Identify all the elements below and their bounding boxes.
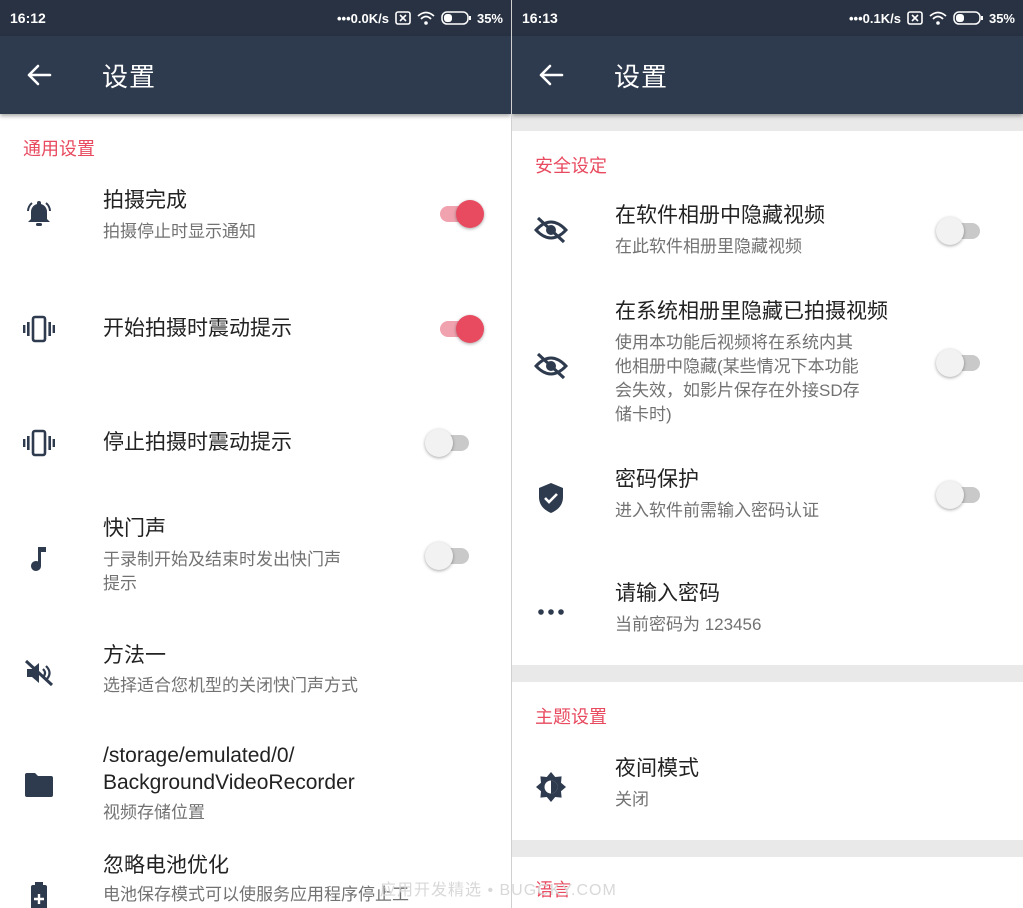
stop-vibrate-switch[interactable] [425, 427, 473, 459]
shutter-sound-switch[interactable] [425, 540, 473, 572]
status-time: 16:13 [522, 10, 558, 26]
setting-summary: 在此软件相册里隐藏视频 [615, 237, 802, 256]
status-bar: 16:12 •••0.0K/s 35% [0, 0, 511, 36]
app-bar: 设置 [0, 36, 511, 114]
setting-password-protection[interactable]: 密码保护 进入软件前需输入密码认证 [512, 463, 1023, 533]
theme-settings-card: 主题设置 夜间模式 关闭 [512, 682, 1023, 840]
vibrate-icon [22, 426, 56, 460]
setting-shutter-sound[interactable]: 快门声 于录制开始及结束时发出快门声 提示 [0, 512, 511, 602]
section-header-theme: 主题设置 [535, 707, 607, 727]
battery-icon [953, 11, 983, 25]
setting-title: 拍摄完成 [103, 189, 187, 212]
setting-summary: 当前密码为 123456 [615, 615, 762, 634]
status-time: 16:12 [10, 10, 46, 26]
settings-screen-right: 16:13 •••0.1K/s 35% 设置 安全设定 在软件相册中隐藏视频 在… [512, 0, 1023, 908]
page-title: 设置 [102, 61, 157, 92]
setting-summary-line: 使用本功能后视频将在系统内其 [615, 333, 853, 352]
start-vibrate-switch[interactable] [436, 313, 484, 345]
setting-title: 快门声 [103, 517, 166, 540]
setting-summary: 视频存储位置 [103, 803, 205, 822]
folder-icon [22, 768, 56, 802]
setting-title: 密码保护 [615, 468, 699, 491]
wifi-icon [929, 11, 947, 25]
settings-screen-left: 16:12 •••0.0K/s 35% 设置 通用设置 拍摄完成 拍摄停止时显示… [0, 0, 511, 908]
eye-off-icon [534, 213, 568, 247]
general-settings-card: 通用设置 拍摄完成 拍摄停止时显示通知 开始拍摄时震动提示 停止拍摄时震动提示 … [0, 114, 511, 908]
battery-percent: 35% [988, 10, 1015, 26]
wifi-icon [417, 11, 435, 25]
settings-list: 安全设定 在软件相册中隐藏视频 在此软件相册里隐藏视频 在系统相册里隐藏已拍摄视… [512, 114, 1023, 908]
music-note-icon [22, 542, 56, 576]
setting-summary-line: 会失效，如影片保存在外接SD存 [615, 381, 860, 400]
shield-check-icon [534, 481, 568, 515]
setting-storage-location[interactable]: /storage/emulated/0/ BackgroundVideoReco… [0, 740, 511, 830]
battery-percent: 35% [476, 10, 503, 26]
network-speed: •••0.0K/s [337, 10, 389, 26]
shot-complete-switch[interactable] [436, 198, 484, 230]
sim-icon [907, 11, 923, 25]
setting-title: 方法一 [103, 644, 166, 667]
bell-ring-icon [22, 196, 56, 230]
settings-list: 通用设置 拍摄完成 拍摄停止时显示通知 开始拍摄时震动提示 停止拍摄时震动提示 … [0, 114, 511, 908]
setting-summary: 拍摄停止时显示通知 [103, 222, 256, 241]
app-bar: 设置 [512, 36, 1023, 114]
brightness-icon [534, 770, 568, 804]
setting-summary: 关闭 [615, 790, 649, 809]
setting-hide-in-system-album[interactable]: 在系统相册里隐藏已拍摄视频 使用本功能后视频将在系统内其 他相册中隐藏(某些情况… [512, 297, 1023, 437]
hide-in-system-album-switch[interactable] [936, 347, 984, 379]
setting-title-line: /storage/emulated/0/ [103, 744, 295, 767]
setting-title: 开始拍摄时震动提示 [103, 317, 292, 340]
setting-summary-line: 储卡时) [615, 405, 672, 424]
battery-icon [441, 11, 471, 25]
status-bar: 16:13 •••0.1K/s 35% [512, 0, 1023, 36]
setting-summary: 进入软件前需输入密码认证 [615, 501, 819, 520]
vibrate-icon [22, 312, 56, 346]
setting-summary-line: 提示 [103, 574, 137, 593]
setting-title: 停止拍摄时震动提示 [103, 431, 292, 454]
volume-off-icon [22, 656, 56, 690]
section-header-general: 通用设置 [23, 139, 95, 159]
setting-summary: 电池保存模式可以使服务应用程序停止工 [103, 885, 409, 904]
security-settings-card: 安全设定 在软件相册中隐藏视频 在此软件相册里隐藏视频 在系统相册里隐藏已拍摄视… [512, 131, 1023, 665]
setting-summary-line: 于录制开始及结束时发出快门声 [103, 550, 341, 569]
setting-hide-in-app-album[interactable]: 在软件相册中隐藏视频 在此软件相册里隐藏视频 [512, 199, 1023, 269]
setting-summary-line: 他相册中隐藏(某些情况下本功能 [615, 357, 859, 376]
setting-title: 夜间模式 [615, 757, 699, 780]
setting-title-line: BackgroundVideoRecorder [103, 771, 355, 794]
setting-method-one[interactable]: 方法一 选择适合您机型的关闭快门声方式 [0, 640, 511, 710]
hide-in-app-album-switch[interactable] [936, 215, 984, 247]
back-arrow-icon[interactable] [0, 36, 78, 114]
eye-off-icon [534, 349, 568, 383]
setting-title: 在软件相册中隐藏视频 [615, 204, 825, 227]
setting-enter-password[interactable]: 请输入密码 当前密码为 123456 [512, 577, 1023, 647]
section-header-security: 安全设定 [535, 156, 607, 176]
watermark: 应用开发精选 • BUGCKY.COM [380, 882, 617, 899]
setting-shot-complete[interactable]: 拍摄完成 拍摄停止时显示通知 [0, 174, 511, 274]
dots-icon [534, 595, 568, 629]
setting-stop-vibrate[interactable]: 停止拍摄时震动提示 [0, 408, 511, 478]
setting-night-mode[interactable]: 夜间模式 关闭 [512, 754, 1023, 824]
setting-title: 在系统相册里隐藏已拍摄视频 [615, 300, 888, 323]
setting-title: 忽略电池优化 [103, 854, 229, 877]
setting-start-vibrate[interactable]: 开始拍摄时震动提示 [0, 294, 511, 364]
back-arrow-icon[interactable] [512, 36, 590, 114]
setting-summary: 选择适合您机型的关闭快门声方式 [103, 676, 358, 695]
sim-icon [395, 11, 411, 25]
setting-title: 请输入密码 [615, 582, 720, 605]
password-protection-switch[interactable] [936, 479, 984, 511]
page-title: 设置 [614, 61, 669, 92]
battery-plus-icon [22, 880, 56, 908]
network-speed: •••0.1K/s [849, 10, 901, 26]
